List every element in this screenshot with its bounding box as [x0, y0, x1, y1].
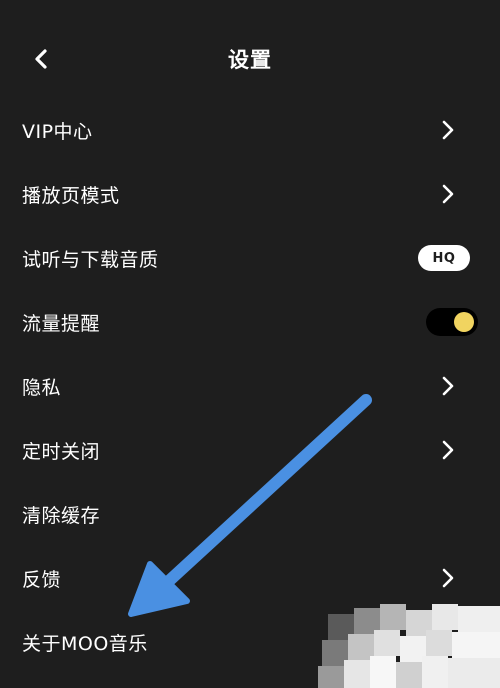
menu-item-label: 定时关闭	[22, 440, 101, 463]
menu-item-feedback[interactable]: 反馈	[0, 546, 500, 610]
chevron-right-icon	[440, 439, 456, 461]
menu-item-label: 关于MOO音乐	[22, 632, 148, 655]
settings-list: VIP中心 播放页模式 试听与下载音质 HQ 流量提醒 隐私 定时关闭 清除缓存…	[0, 98, 500, 674]
data-reminder-toggle[interactable]	[426, 308, 478, 336]
menu-item-sleep-timer[interactable]: 定时关闭	[0, 418, 500, 482]
menu-item-label: 隐私	[22, 376, 62, 399]
menu-item-about[interactable]: 关于MOO音乐	[0, 610, 500, 674]
header-bar: 设置	[0, 26, 500, 90]
menu-item-label: VIP中心	[22, 120, 93, 143]
page-title: 设置	[228, 48, 272, 72]
chevron-right-icon	[440, 119, 456, 141]
chevron-right-icon	[440, 375, 456, 397]
menu-item-label: 流量提醒	[22, 312, 101, 335]
toggle-knob	[454, 312, 474, 332]
menu-item-player-mode[interactable]: 播放页模式	[0, 162, 500, 226]
menu-item-label: 试听与下载音质	[22, 248, 159, 271]
menu-item-label: 清除缓存	[22, 504, 101, 527]
settings-screen: 设置 VIP中心 播放页模式 试听与下载音质 HQ 流量提醒 隐私 定时关闭 清…	[0, 0, 500, 688]
chevron-right-icon	[440, 183, 456, 205]
menu-item-privacy[interactable]: 隐私	[0, 354, 500, 418]
quality-badge[interactable]: HQ	[418, 245, 470, 271]
menu-item-vip-center[interactable]: VIP中心	[0, 98, 500, 162]
chevron-right-icon	[440, 567, 456, 589]
menu-item-label: 反馈	[22, 568, 62, 591]
menu-item-data-reminder: 流量提醒	[0, 290, 500, 354]
menu-item-clear-cache[interactable]: 清除缓存	[0, 482, 500, 546]
menu-item-audio-quality[interactable]: 试听与下载音质 HQ	[0, 226, 500, 290]
menu-item-label: 播放页模式	[22, 184, 120, 207]
